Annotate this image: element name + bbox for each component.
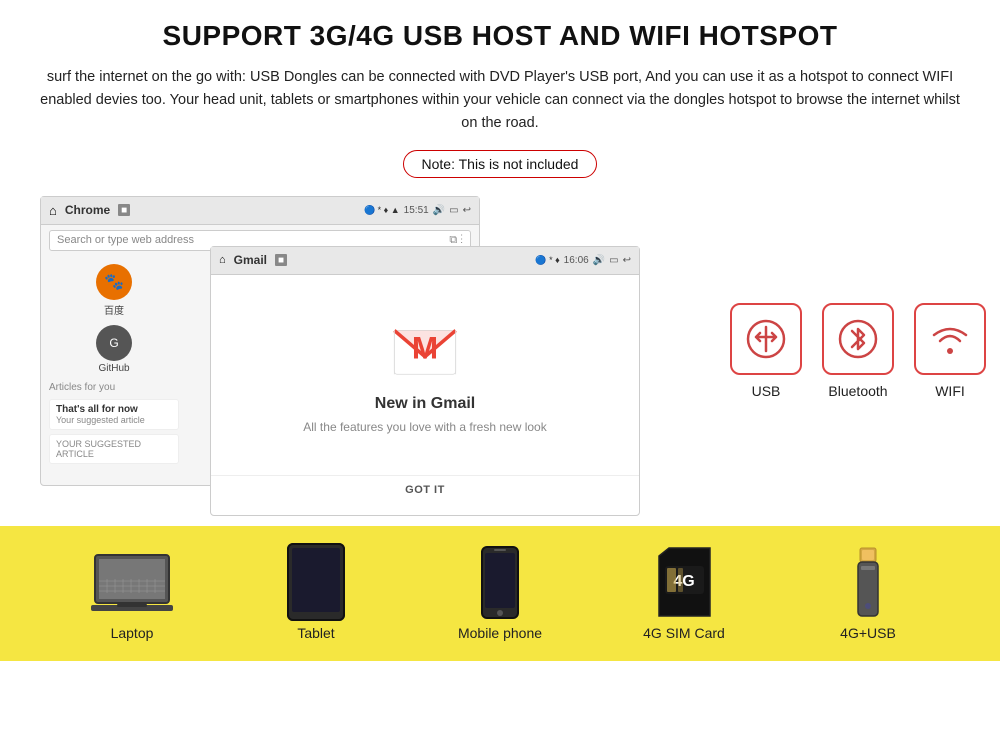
- gmail-logo-svg: M: [390, 313, 460, 383]
- bluetooth-icon-item: Bluetooth: [822, 303, 894, 399]
- middle-section: ⌂ Chrome ■ 🔵 * ♦ ▲ 15:51 🔊 ▭ ↩ Search or…: [40, 196, 960, 506]
- gmail-content: M New in Gmail All the features you love…: [211, 275, 639, 475]
- bottom-section: Laptop Tablet Mobile phone: [0, 526, 1000, 661]
- gmail-stop-icon: ■: [275, 254, 287, 266]
- phone-device: Mobile phone: [455, 550, 545, 641]
- wifi-label: WIFI: [935, 383, 965, 399]
- card-1: That's all for now Your suggested articl…: [49, 399, 179, 430]
- tablet-device: Tablet: [271, 550, 361, 641]
- screen-icon: ▭: [449, 205, 458, 216]
- back-icon: ↩: [463, 205, 471, 216]
- sim-device: 4G 4G SIM Card: [639, 550, 729, 641]
- left-panel: 🐾 百度 G GitHub Articles for you That's al…: [49, 264, 179, 478]
- gmail-email-sub: All the features you love with a fresh n…: [303, 419, 546, 436]
- laptop-icon: [87, 550, 177, 615]
- gmail-bar: ⌂ Gmail ■ 🔵 * ♦ 16:06 🔊 ▭ ↩: [211, 247, 639, 275]
- bluetooth-icon-box: [822, 303, 894, 375]
- card-2: YOUR SUGGESTED ARTICLE: [49, 434, 179, 464]
- bluetooth-label: Bluetooth: [828, 383, 887, 399]
- icon-row: USB Bluetooth: [730, 303, 986, 399]
- github-icon: G: [96, 325, 132, 361]
- status-icons: 🔵 * ♦ ▲: [364, 205, 400, 216]
- usb-device: 4G+USB: [823, 550, 913, 641]
- tablet-icon: [271, 550, 361, 615]
- gmail-overlay: ⌂ Gmail ■ 🔵 * ♦ 16:06 🔊 ▭ ↩: [210, 246, 640, 516]
- sim-label: 4G SIM Card: [643, 625, 725, 641]
- laptop-device: Laptop: [87, 550, 177, 641]
- gmail-back-icon: ↩: [623, 255, 631, 266]
- sim-svg: 4G: [657, 546, 712, 618]
- gmail-email-title: New in Gmail: [375, 395, 475, 413]
- usb-drive-svg: [852, 546, 884, 618]
- baidu-app: 🐾 百度: [49, 264, 179, 317]
- laptop-svg: [87, 551, 177, 613]
- gmail-got-it[interactable]: GOT IT: [211, 475, 639, 504]
- browser-bar: ⌂ Chrome ■ 🔵 * ♦ ▲ 15:51 🔊 ▭ ↩: [41, 197, 479, 225]
- articles-label: Articles for you: [49, 382, 179, 393]
- card-sub-1: Your suggested article: [56, 415, 172, 425]
- phone-mockup: ⌂ Chrome ■ 🔵 * ♦ ▲ 15:51 🔊 ▭ ↩ Search or…: [40, 196, 700, 506]
- usb-drive-label: 4G+USB: [840, 625, 896, 641]
- gmail-status: 🔵 * ♦ 16:06 🔊 ▭ ↩: [535, 255, 631, 266]
- tablet-svg: [286, 542, 346, 622]
- wifi-icon-item: WIFI: [914, 303, 986, 399]
- browser-stop-icon: ■: [118, 204, 130, 216]
- browser-status: 🔵 * ♦ ▲ 15:51 🔊 ▭ ↩: [364, 205, 471, 216]
- wifi-icon-box: [914, 303, 986, 375]
- page-title: SUPPORT 3G/4G USB HOST AND WIFI HOTSPOT: [40, 20, 960, 52]
- usb-icon-box: [730, 303, 802, 375]
- wifi-svg-icon: [928, 317, 972, 361]
- phone-icon: [455, 550, 545, 615]
- browser-title: Chrome: [65, 203, 110, 217]
- home-icon: ⌂: [49, 203, 57, 218]
- card-sub-2: YOUR SUGGESTED ARTICLE: [56, 439, 172, 459]
- gmail-home-icon: ⌂: [219, 254, 226, 266]
- browser-time: 15:51: [404, 205, 429, 216]
- main-content: SUPPORT 3G/4G USB HOST AND WIFI HOTSPOT …: [0, 0, 1000, 506]
- baidu-icon: 🐾: [96, 264, 132, 300]
- usb-svg-icon: [746, 319, 786, 359]
- bluetooth-svg-icon: [838, 319, 878, 359]
- github-app: G GitHub: [49, 325, 179, 374]
- gmail-time: 16:06: [564, 255, 589, 266]
- icons-section: USB Bluetooth: [730, 303, 986, 399]
- description-text: surf the internet on the go with: USB Do…: [40, 66, 960, 136]
- tablet-label: Tablet: [297, 625, 334, 641]
- gmail-title: Gmail: [234, 253, 267, 267]
- laptop-label: Laptop: [111, 625, 154, 641]
- card-title-1: That's all for now: [56, 404, 172, 415]
- gmail-screen-icon: ▭: [609, 255, 618, 266]
- github-label: GitHub: [98, 363, 129, 374]
- phone-label: Mobile phone: [458, 625, 542, 641]
- search-placeholder: Search or type web address: [57, 234, 194, 246]
- sim-icon: 4G: [639, 550, 729, 615]
- note-badge: Note: This is not included: [403, 150, 598, 178]
- volume-icon: 🔊: [433, 205, 445, 216]
- usb-icon-item: USB: [730, 303, 802, 399]
- baidu-label: 百度: [104, 302, 124, 317]
- gmail-volume-icon: 🔊: [593, 255, 605, 266]
- tab-icon: ⧉ ⋮: [449, 234, 463, 247]
- usb-label: USB: [752, 383, 781, 399]
- phone-svg: [480, 545, 520, 620]
- usb-drive-icon: [823, 550, 913, 615]
- svg-text:4G: 4G: [673, 573, 694, 590]
- gmail-status-icons: 🔵 * ♦: [535, 255, 559, 266]
- svg-text:M: M: [412, 330, 438, 366]
